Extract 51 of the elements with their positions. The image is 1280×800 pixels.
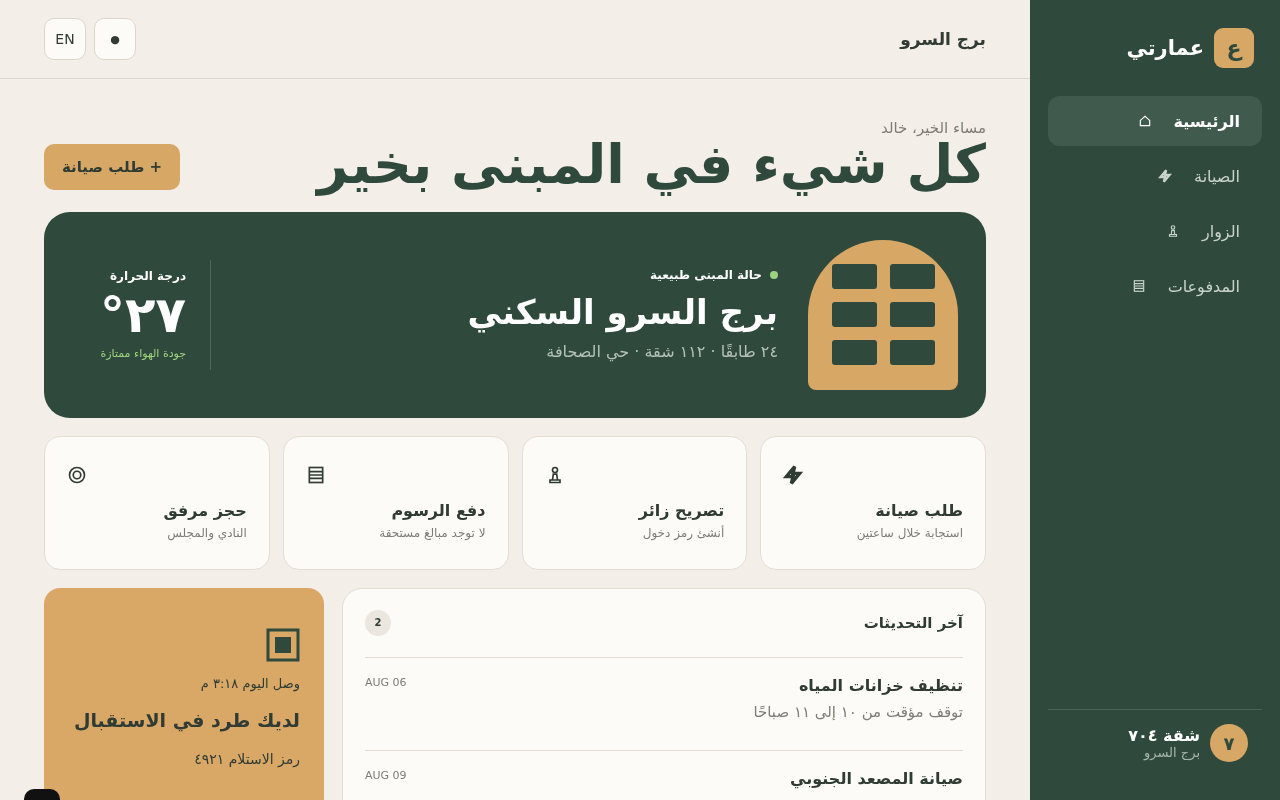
updates-title: آخر التحديثات <box>863 613 963 632</box>
package-title: لديك طرد في الاستقبال <box>73 708 300 731</box>
lightning-icon <box>1158 169 1173 183</box>
building-title: برج السرو السكني <box>466 292 778 333</box>
quick-action-card[interactable]: حجز مرفق النادي والمجلس <box>44 435 270 570</box>
action-title: طلب صيانة <box>875 500 963 520</box>
air-quality-note: جودة الهواء ممتازة <box>100 347 187 361</box>
lightning-icon <box>783 464 804 485</box>
building-status: حالة المبنى طبيعية <box>650 268 762 283</box>
apartment-name: شقة ٧٠٤ <box>1128 726 1200 745</box>
house-icon <box>1137 114 1152 128</box>
package-arrival: وصل اليوم ٣:١٨ م <box>200 675 300 691</box>
avatar: ٧ <box>1210 724 1248 762</box>
update-title: تنظيف خزانات المياه <box>797 675 963 695</box>
update-date: AUG 09 <box>365 768 407 782</box>
quick-action-card[interactable]: طلب صيانة استجابة خلال ساعتين <box>760 435 986 570</box>
page-title: كل شيء في المبنى بخير <box>317 137 986 194</box>
action-subtitle: أنشئ رمز دخول <box>642 525 725 540</box>
building-window-icon <box>808 239 958 390</box>
theme-button[interactable]: ● <box>94 18 136 60</box>
action-subtitle: استجابة خلال ساعتين <box>856 525 963 540</box>
package-icon <box>266 627 300 662</box>
target-icon <box>67 464 87 485</box>
nav-item[interactable]: الصيانة <box>1048 151 1262 201</box>
action-subtitle: النادي والمجلس <box>167 525 247 540</box>
nav-item[interactable]: المدفوعات <box>1048 261 1262 311</box>
logo-mark: ع <box>1214 28 1254 68</box>
building-details: ٢٤ طابقًا · ١١٢ شقة · حي الصحافة <box>545 342 778 362</box>
greeting: مساء الخير، خالد <box>880 119 986 137</box>
language-button[interactable]: EN <box>44 18 86 60</box>
update-title: صيانة المصعد الجنوبي <box>790 768 963 788</box>
status-dot <box>770 271 778 280</box>
pickup-code: رمز الاستلام ٤٩٢١ <box>194 750 300 767</box>
brand-name: عمارتي <box>1126 36 1204 60</box>
action-title: حجز مرفق <box>163 500 247 520</box>
temperature-label: درجة الحرارة <box>109 268 187 283</box>
temperature-value: ٢٧° <box>100 288 187 342</box>
action-title: تصريح زائر <box>638 500 725 520</box>
quick-action-card[interactable]: دفع الرسوم لا توجد مبالغ مستحقة <box>282 435 509 570</box>
header-title: برج السرو <box>900 29 986 49</box>
list-icon <box>1131 279 1146 293</box>
nav-item[interactable]: الزوار <box>1048 206 1262 256</box>
quick-action-card[interactable]: تصريح زائر أنشئ رمز دخول <box>521 435 748 570</box>
action-subtitle: لا توجد مبالغ مستحقة <box>379 525 486 540</box>
building-name: برج السرو <box>1142 745 1200 760</box>
update-text: توقف مؤقت من ١٠ إلى ١١ صباحًا <box>753 702 963 721</box>
updates-count: 2 <box>365 609 391 636</box>
update-date: AUG 06 <box>365 675 407 689</box>
action-title: دفع الرسوم <box>391 500 486 520</box>
nav-item[interactable]: الرئيسية <box>1048 96 1262 146</box>
maintenance-request-button[interactable]: + طلب صيانة <box>44 143 181 190</box>
